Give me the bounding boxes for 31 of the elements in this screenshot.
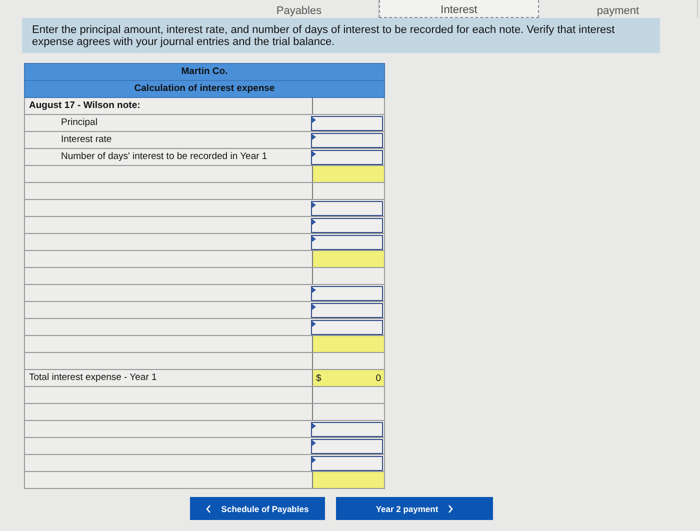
row-label: Principal <box>60 116 98 130</box>
amount-input[interactable] <box>311 456 383 471</box>
back-button[interactable]: Schedule of Payables <box>190 497 325 520</box>
total-cell <box>312 472 384 488</box>
row-label: August 17 - Wilson note: <box>28 99 142 113</box>
amount-input[interactable] <box>311 422 383 437</box>
amount-input[interactable] <box>311 201 383 216</box>
row-label: Interest rate <box>60 133 113 147</box>
amount-input[interactable] <box>311 150 383 165</box>
currency-sign: $ <box>316 372 322 384</box>
amount-input[interactable] <box>311 439 383 454</box>
total-cell <box>312 251 384 267</box>
amount-input[interactable] <box>311 235 383 250</box>
worksheet-title: Calculation of interest expense <box>25 80 384 97</box>
row-label: Number of days' interest to be recorded in Year 1 <box>60 150 268 164</box>
amount-input[interactable] <box>311 218 383 233</box>
amount-input[interactable] <box>311 303 383 318</box>
company-name: Martin Co. <box>180 65 229 79</box>
chevron-left-icon <box>206 504 212 512</box>
amount-input[interactable] <box>311 320 383 335</box>
row-label: Total interest expense - Year 1 <box>28 371 158 385</box>
chevron-right-icon <box>448 504 454 512</box>
total-cell <box>312 336 384 352</box>
amount-input[interactable] <box>311 286 383 301</box>
tab[interactable]: Interest <box>379 0 539 18</box>
amount-input[interactable] <box>311 133 383 148</box>
total-cell <box>312 166 384 182</box>
total-value: 0 <box>376 372 381 384</box>
instructions-text: Enter the principal amount, interest rate, and number of days of interest to be recorded for each note. Verify that interest expense agrees with your journal entries and the trial balance. <box>32 24 616 48</box>
amount-input[interactable] <box>311 116 383 131</box>
next-button[interactable]: Year 2 payment <box>336 497 493 520</box>
